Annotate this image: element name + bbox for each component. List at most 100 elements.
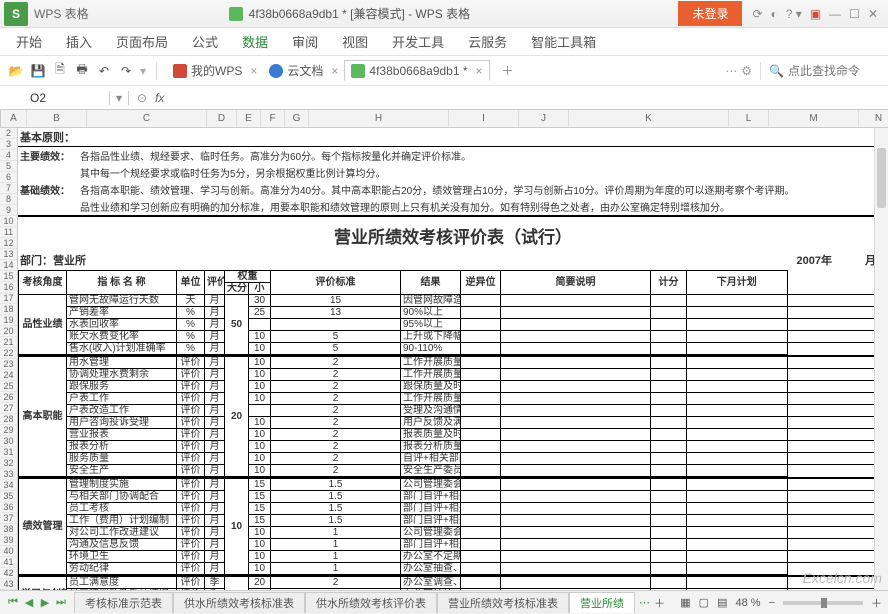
row-header[interactable]: 29 xyxy=(0,425,17,436)
formula-tools[interactable]: ⊙ xyxy=(129,91,155,105)
cell[interactable] xyxy=(687,441,788,453)
col-header[interactable]: C xyxy=(87,110,207,127)
row-header[interactable]: 31 xyxy=(0,447,17,458)
undo-icon[interactable]: ↶ xyxy=(96,63,112,79)
cell[interactable] xyxy=(687,331,788,343)
cell[interactable] xyxy=(461,429,501,441)
cell[interactable] xyxy=(787,479,888,491)
cell[interactable] xyxy=(787,527,888,539)
row-header[interactable]: 11 xyxy=(0,227,17,238)
row-header[interactable]: 4 xyxy=(0,150,17,161)
new-tab-icon[interactable]: ＋ xyxy=(502,62,514,79)
cell[interactable] xyxy=(461,515,501,527)
row-header[interactable]: 39 xyxy=(0,535,17,546)
menu-页面布局[interactable]: 页面布局 xyxy=(116,32,168,51)
row-header[interactable]: 7 xyxy=(0,183,17,194)
cell[interactable] xyxy=(651,465,687,478)
menu-公式[interactable]: 公式 xyxy=(192,32,218,51)
row-header[interactable]: 12 xyxy=(0,238,17,249)
cell[interactable] xyxy=(461,331,501,343)
open-icon[interactable]: 📂 xyxy=(8,63,24,79)
cell[interactable] xyxy=(787,491,888,503)
col-header[interactable]: K xyxy=(569,110,729,127)
cell[interactable] xyxy=(501,381,651,393)
cell[interactable] xyxy=(501,563,651,576)
zoom-out-icon[interactable]: − xyxy=(769,597,775,609)
cell[interactable] xyxy=(687,453,788,465)
cell[interactable] xyxy=(461,405,501,417)
menu-开始[interactable]: 开始 xyxy=(16,32,42,51)
cell[interactable] xyxy=(651,539,687,551)
col-header[interactable]: D xyxy=(207,110,237,127)
row-header[interactable]: 3 xyxy=(0,139,17,150)
sheet-content[interactable]: 基本原则： 主要绩效：各指品性业绩、规经要求、临时任务。高准分为60分。每个指标… xyxy=(18,128,888,590)
view-page-icon[interactable]: ▢ xyxy=(699,596,709,609)
skin-icon[interactable]: ◐ xyxy=(771,7,778,21)
add-sheet-icon[interactable]: ＋ xyxy=(654,595,665,611)
row-header[interactable]: 28 xyxy=(0,414,17,425)
cell[interactable] xyxy=(461,307,501,319)
col-header[interactable]: M xyxy=(769,110,859,127)
row-header[interactable]: 23 xyxy=(0,359,17,370)
row-header[interactable]: 37 xyxy=(0,513,17,524)
cell[interactable] xyxy=(501,417,651,429)
cell[interactable] xyxy=(787,331,888,343)
col-header[interactable]: I xyxy=(449,110,519,127)
close-tab-icon[interactable]: × xyxy=(476,64,483,78)
row-header[interactable]: 38 xyxy=(0,524,17,535)
col-header[interactable]: A xyxy=(1,110,27,127)
row-header[interactable]: 21 xyxy=(0,337,17,348)
close-tab-icon[interactable]: × xyxy=(250,64,257,78)
search-icon[interactable]: 🔍 xyxy=(769,64,784,78)
row-header[interactable]: 20 xyxy=(0,326,17,337)
row-header[interactable]: 24 xyxy=(0,370,17,381)
sync-icon[interactable]: ⟳ xyxy=(752,7,762,21)
col-header[interactable]: H xyxy=(309,110,449,127)
cell[interactable] xyxy=(651,527,687,539)
menu-智能工具箱[interactable]: 智能工具箱 xyxy=(531,32,596,51)
cell[interactable] xyxy=(687,343,788,356)
menu-审阅[interactable]: 审阅 xyxy=(292,32,318,51)
cell[interactable] xyxy=(787,465,888,478)
close-tab-icon[interactable]: × xyxy=(331,64,338,78)
cell[interactable] xyxy=(501,491,651,503)
first-sheet-icon[interactable]: ⏮ xyxy=(6,596,20,609)
row-header[interactable]: 30 xyxy=(0,436,17,447)
name-box-dropdown-icon[interactable]: ▾ xyxy=(110,91,129,105)
cell[interactable] xyxy=(501,551,651,563)
cell[interactable] xyxy=(501,307,651,319)
sheet-tab[interactable]: 考核标准示范表 xyxy=(74,592,173,613)
row-header[interactable]: 43 xyxy=(0,579,17,590)
cell[interactable] xyxy=(501,465,651,478)
cell[interactable] xyxy=(651,429,687,441)
cell[interactable] xyxy=(461,417,501,429)
cell[interactable] xyxy=(787,319,888,331)
cell[interactable] xyxy=(687,405,788,417)
cell[interactable] xyxy=(651,491,687,503)
cell[interactable] xyxy=(461,491,501,503)
cell[interactable] xyxy=(461,369,501,381)
command-search-input[interactable] xyxy=(788,64,878,78)
row-header[interactable]: 17 xyxy=(0,293,17,304)
cell[interactable] xyxy=(787,357,888,369)
help-icon[interactable]: ? ▾ xyxy=(786,7,802,21)
col-header[interactable]: J xyxy=(519,110,569,127)
row-header[interactable]: 40 xyxy=(0,546,17,557)
cell[interactable] xyxy=(501,453,651,465)
last-sheet-icon[interactable]: ⏭ xyxy=(54,596,68,609)
cell[interactable] xyxy=(687,539,788,551)
cell[interactable] xyxy=(787,429,888,441)
cell[interactable] xyxy=(501,331,651,343)
settings-icon[interactable]: ⚙ xyxy=(741,64,752,78)
cell[interactable] xyxy=(501,539,651,551)
cell[interactable] xyxy=(687,357,788,369)
cell[interactable] xyxy=(687,381,788,393)
cell[interactable] xyxy=(687,307,788,319)
cell[interactable] xyxy=(651,563,687,576)
cell[interactable] xyxy=(687,295,788,307)
sheet-tab[interactable]: 供水所绩效考核评价表 xyxy=(305,592,437,613)
row-header[interactable]: 19 xyxy=(0,315,17,326)
cell[interactable] xyxy=(687,577,788,589)
cell[interactable] xyxy=(787,441,888,453)
row-header[interactable]: 35 xyxy=(0,491,17,502)
